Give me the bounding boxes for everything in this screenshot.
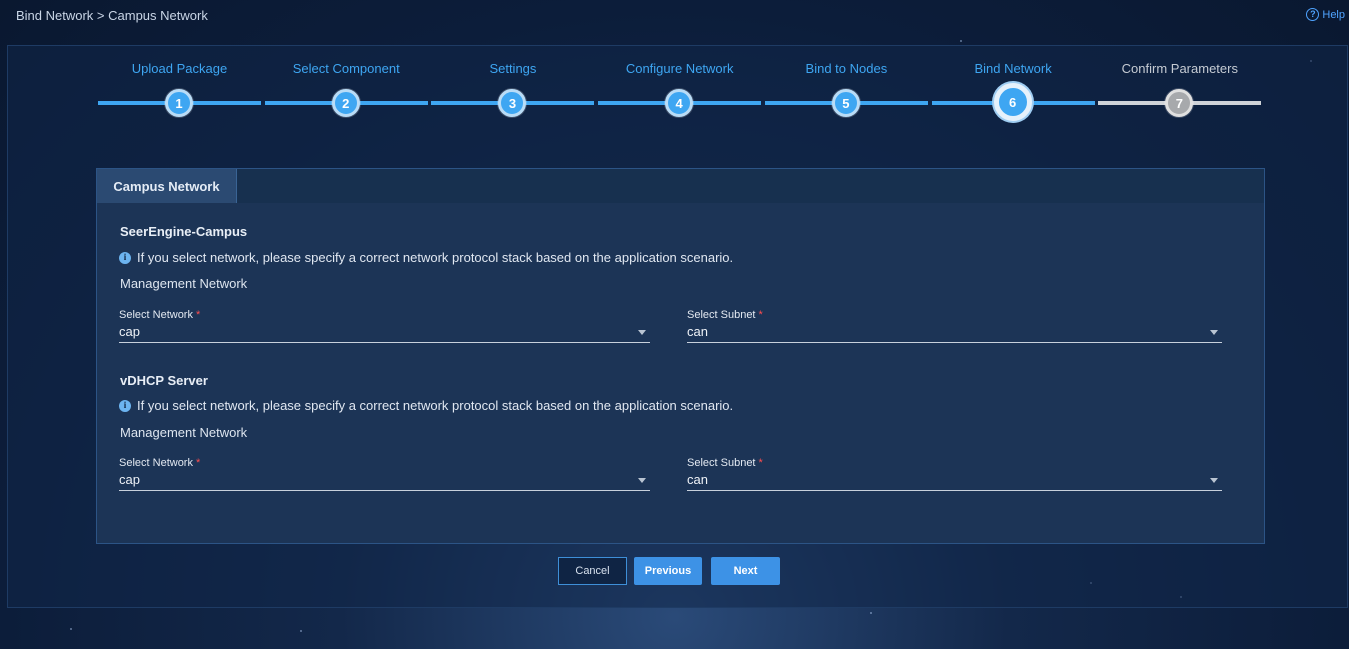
step-label: Settings bbox=[489, 61, 537, 76]
card-tab-bar: Campus Network bbox=[97, 169, 1264, 203]
step-bind-to-nodes[interactable]: Bind to Nodes 5 bbox=[764, 60, 931, 120]
select-subnet-dropdown[interactable]: can bbox=[687, 322, 1222, 343]
info-text: If you select network, please specify a … bbox=[137, 398, 734, 413]
select-network-dropdown[interactable]: cap bbox=[119, 470, 650, 491]
step-label: Select Component bbox=[292, 61, 400, 76]
info-message: i If you select network, please specify … bbox=[119, 250, 733, 265]
select-subnet-value: can bbox=[687, 472, 708, 487]
breadcrumb: Bind Network > Campus Network bbox=[16, 8, 208, 23]
step-settings[interactable]: Settings 3 bbox=[430, 60, 597, 120]
info-text: If you select network, please specify a … bbox=[137, 250, 734, 265]
step-label: Configure Network bbox=[625, 61, 734, 76]
chevron-down-icon bbox=[638, 330, 646, 335]
next-button[interactable]: Next bbox=[711, 557, 780, 585]
help-link[interactable]: ? Help bbox=[1306, 8, 1345, 21]
select-subnet-field: Select Subnet * can bbox=[687, 457, 1222, 497]
previous-button[interactable]: Previous bbox=[634, 557, 702, 585]
field-label: Select Network * bbox=[119, 309, 201, 321]
step-number: 4 bbox=[665, 89, 694, 117]
info-message: i If you select network, please specify … bbox=[119, 398, 733, 413]
select-network-field: Select Network * cap bbox=[119, 309, 650, 349]
step-number: 7 bbox=[1165, 89, 1194, 117]
field-label: Select Network * bbox=[119, 457, 201, 469]
campus-network-card: Campus Network SeerEngine-Campus i If yo… bbox=[96, 168, 1265, 544]
step-upload-package[interactable]: Upload Package 1 bbox=[97, 60, 264, 120]
step-number: 1 bbox=[165, 89, 193, 117]
select-subnet-dropdown[interactable]: can bbox=[687, 470, 1222, 491]
select-network-value: cap bbox=[119, 324, 140, 339]
step-number: 3 bbox=[498, 89, 527, 117]
step-label: Bind to Nodes bbox=[805, 61, 888, 76]
cancel-button[interactable]: Cancel bbox=[558, 557, 627, 585]
management-network-label: Management Network bbox=[120, 276, 248, 291]
step-number: 5 bbox=[831, 89, 860, 117]
select-network-value: cap bbox=[119, 472, 140, 487]
section-title-seerengine-campus: SeerEngine-Campus bbox=[120, 224, 248, 239]
select-network-dropdown[interactable]: cap bbox=[119, 322, 650, 343]
help-label: Help bbox=[1322, 8, 1345, 21]
field-label: Select Subnet * bbox=[687, 457, 763, 469]
chevron-down-icon bbox=[1210, 478, 1218, 483]
field-label: Select Subnet * bbox=[687, 309, 763, 321]
section-title-vdhcp-server: vDHCP Server bbox=[120, 373, 208, 388]
chevron-down-icon bbox=[1210, 330, 1218, 335]
top-bar: Bind Network > Campus Network ? Help bbox=[0, 0, 1349, 32]
step-select-component[interactable]: Select Component 2 bbox=[264, 60, 431, 120]
select-subnet-field: Select Subnet * can bbox=[687, 309, 1222, 349]
step-number: 2 bbox=[331, 89, 360, 117]
wizard-steps: Upload Package 1 Select Component 2 Sett… bbox=[97, 60, 1264, 121]
chevron-down-icon bbox=[638, 478, 646, 483]
info-icon: i bbox=[119, 399, 131, 412]
step-bind-network[interactable]: Bind Network 6 bbox=[931, 60, 1098, 121]
tab-campus-network[interactable]: Campus Network bbox=[97, 169, 237, 203]
select-subnet-value: can bbox=[687, 324, 708, 339]
select-network-field: Select Network * cap bbox=[119, 457, 650, 497]
management-network-label: Management Network bbox=[120, 425, 248, 440]
step-label: Confirm Parameters bbox=[1121, 61, 1238, 76]
step-label: Upload Package bbox=[131, 61, 228, 76]
help-icon: ? bbox=[1306, 8, 1320, 21]
step-number: 6 bbox=[993, 83, 1032, 121]
step-configure-network[interactable]: Configure Network 4 bbox=[597, 60, 764, 120]
step-confirm-parameters[interactable]: Confirm Parameters 7 bbox=[1097, 60, 1264, 120]
info-icon: i bbox=[119, 251, 131, 264]
step-label: Bind Network bbox=[974, 61, 1052, 76]
